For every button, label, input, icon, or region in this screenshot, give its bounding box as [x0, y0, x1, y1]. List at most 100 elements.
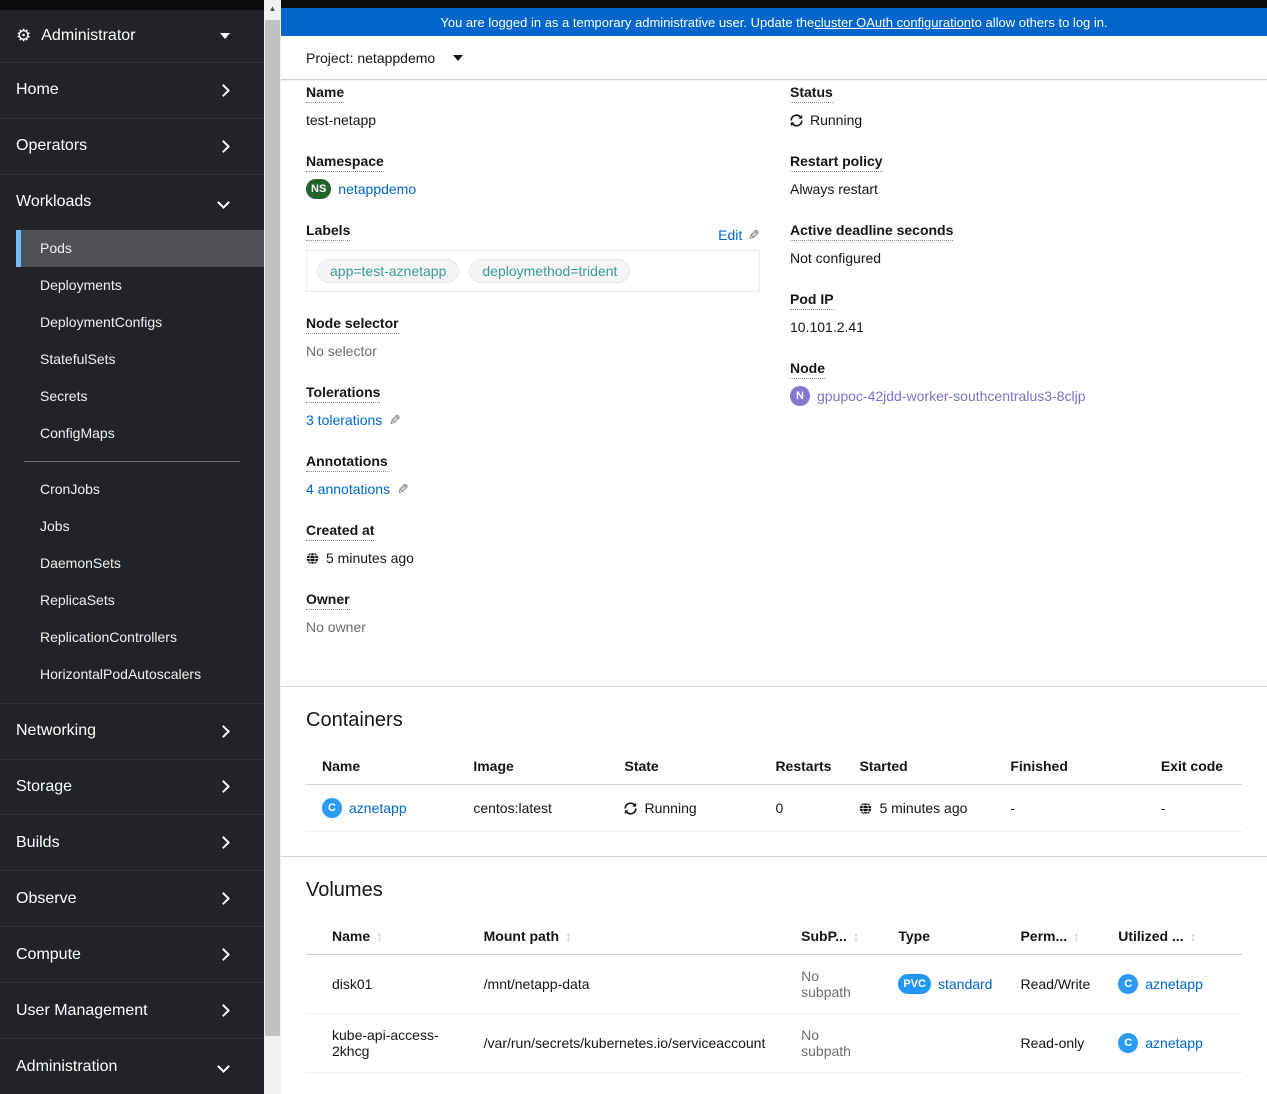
field-tolerations: Tolerations 3 tolerations ✎ [306, 384, 760, 430]
chevron-right-icon [217, 139, 230, 153]
sidebar-item-compute[interactable]: Compute [0, 926, 264, 982]
pvc-link[interactable]: standard [938, 976, 992, 992]
perspective-switcher[interactable]: ⚙ Administrator [0, 10, 264, 62]
sidebar-item-cronjobs[interactable]: CronJobs [16, 471, 264, 508]
container-image: centos:latest [457, 784, 609, 832]
container-link[interactable]: aznetapp [349, 800, 407, 816]
main-area: You are logged in as a temporary adminis… [281, 0, 1267, 1094]
vertical-scrollbar[interactable]: ▲ [264, 0, 281, 1094]
project-toolbar: Project: netappdemo [281, 36, 1267, 80]
field-active-deadline: Active deadline seconds Not configured [790, 222, 1242, 268]
banner-text: You are logged in as a temporary adminis… [440, 14, 815, 30]
oauth-config-link[interactable]: cluster OAuth configuration [814, 15, 971, 30]
tolerations-link[interactable]: 3 tolerations [306, 410, 382, 430]
owner-value: No owner [306, 619, 366, 635]
sort-icon[interactable]: ↕ [565, 929, 572, 944]
chevron-down-icon [217, 195, 230, 209]
sidebar-item-deployments[interactable]: Deployments [16, 267, 264, 304]
field-created-at: Created at 5 minutes ago [306, 522, 760, 568]
column-header[interactable]: Name [332, 928, 370, 944]
active-deadline-value: Not configured [790, 250, 882, 266]
annotations-link[interactable]: 4 annotations [306, 479, 390, 499]
sidebar-item-operators[interactable]: Operators [0, 117, 264, 174]
scrollbar-up-button[interactable]: ▲ [264, 0, 281, 17]
sidebar-item-home[interactable]: Home [0, 61, 264, 118]
perspective-label: Administrator [41, 26, 136, 44]
sidebar-item-statefulsets[interactable]: StatefulSets [16, 341, 264, 378]
pvc-badge-icon: PVC [898, 974, 931, 994]
sidebar-item-networking[interactable]: Networking [0, 702, 264, 759]
sort-icon[interactable]: ↕ [853, 929, 860, 944]
status-value: Running [810, 112, 863, 128]
sidebar-item-label: Operators [16, 137, 88, 155]
label-chip[interactable]: app=test-aznetapp [317, 259, 460, 283]
chevron-down-icon [217, 1060, 230, 1073]
field-name: Name test-netapp [306, 84, 760, 130]
sidebar-item-administration[interactable]: Administration [0, 1038, 264, 1094]
sidebar-item-replicationcontrollers[interactable]: ReplicationControllers [16, 619, 264, 656]
pencil-icon[interactable]: ✎ [397, 479, 409, 499]
field-label: Annotations [306, 453, 388, 472]
field-annotations: Annotations 4 annotations ✎ [306, 453, 760, 499]
sidebar-item-label: Workloads [16, 193, 92, 211]
sidebar-item-deploymentconfigs[interactable]: DeploymentConfigs [16, 304, 264, 341]
container-finished: - [994, 784, 1145, 832]
sidebar-item-jobs[interactable]: Jobs [16, 508, 264, 545]
column-header[interactable]: Mount path [484, 928, 559, 944]
chevron-right-icon [217, 1004, 230, 1017]
container-state: Running [644, 800, 697, 816]
container-exit-code: - [1144, 784, 1242, 832]
column-header[interactable]: Perm... [1020, 928, 1067, 944]
volume-permissions: Read-only [1004, 1013, 1103, 1073]
sidebar-item-storage[interactable]: Storage [0, 758, 264, 815]
sort-icon[interactable]: ↕ [1073, 929, 1080, 944]
sort-icon[interactable]: ↕ [1190, 929, 1197, 944]
sidebar-item-secrets[interactable]: Secrets [16, 378, 264, 415]
caret-down-icon [220, 32, 230, 39]
sidebar-item-user-management[interactable]: User Management [0, 982, 264, 1038]
container-badge-icon: C [1118, 974, 1139, 994]
edit-labels-link[interactable]: Edit [718, 227, 742, 243]
field-owner: Owner No owner [306, 591, 760, 637]
pencil-icon[interactable]: ✎ [389, 410, 401, 430]
sidebar-item-replicasets[interactable]: ReplicaSets [16, 582, 264, 619]
field-label: Active deadline seconds [790, 222, 954, 241]
project-dropdown-label: Project: netappdemo [306, 49, 436, 66]
sidebar-item-daemonsets[interactable]: DaemonSets [16, 545, 264, 582]
label-chip[interactable]: deploymethod=trident [469, 259, 631, 283]
sidebar-item-horizontalpodautoscalers[interactable]: HorizontalPodAutoscalers [16, 656, 264, 693]
column-header: Finished [994, 748, 1145, 785]
login-notice-banner: You are logged in as a temporary adminis… [281, 8, 1267, 36]
sidebar-item-builds[interactable]: Builds [0, 814, 264, 870]
volume-mount-path: /var/run/secrets/kubernetes.io/serviceac… [467, 1013, 786, 1073]
globe-icon [306, 551, 319, 565]
namespace-link[interactable]: netappdemo [338, 179, 416, 199]
field-restart-policy: Restart policy Always restart [790, 153, 1242, 199]
scrollbar-thumb[interactable] [265, 20, 280, 1036]
node-link[interactable]: gpupoc-42jdd-worker-southcentralus3-8clj… [817, 386, 1085, 406]
volumes-table: Name ↕ Mount path ↕ SubP... ↕ Type Perm... ↕… [306, 918, 1242, 1073]
globe-icon [860, 801, 872, 815]
sort-icon[interactable]: ↕ [376, 929, 383, 944]
pod-ip-value: 10.101.2.41 [790, 319, 864, 335]
node-selector-value: No selector [306, 343, 377, 359]
project-dropdown[interactable]: Project: netappdemo [306, 49, 464, 66]
sidebar-item-workloads[interactable]: Workloads [0, 173, 264, 230]
utilized-by-link[interactable]: aznetapp [1145, 976, 1203, 992]
field-label: Owner [306, 591, 350, 610]
field-label: Pod IP [790, 291, 834, 310]
column-header[interactable]: Utilized ... [1118, 928, 1183, 944]
sidebar: ⚙ Administrator Home Operators Workloads… [0, 0, 264, 1094]
cogs-icon: ⚙ [16, 26, 32, 46]
container-started: 5 minutes ago [879, 800, 968, 816]
field-status: Status Running [790, 84, 1242, 130]
details-right-column: Status Running Restart policy Always res… [790, 84, 1242, 660]
pod-details-content: Name test-netapp Namespace NS netappdemo… [281, 80, 1267, 1094]
volume-subpath: No subpath [785, 954, 883, 1014]
pencil-icon[interactable]: ✎ [748, 227, 760, 244]
sidebar-item-pods[interactable]: Pods [16, 229, 264, 267]
sidebar-item-configmaps[interactable]: ConfigMaps [16, 415, 264, 452]
utilized-by-link[interactable]: aznetapp [1145, 1035, 1203, 1051]
column-header[interactable]: SubP... [801, 928, 847, 944]
sidebar-item-observe[interactable]: Observe [0, 870, 264, 926]
